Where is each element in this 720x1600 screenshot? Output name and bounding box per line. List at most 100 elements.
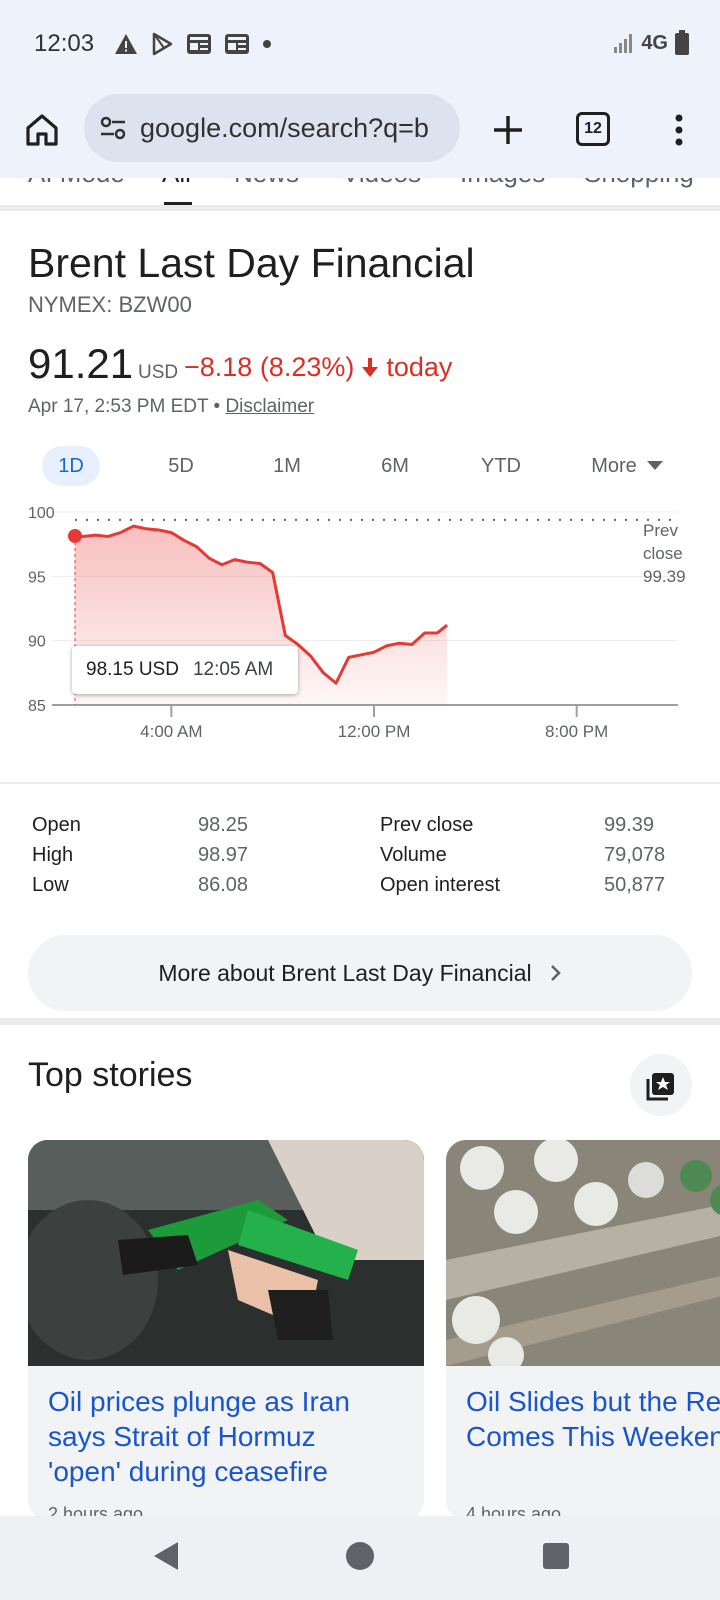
url-text[interactable]: google.com/search?q=b <box>140 113 450 144</box>
range-more-label: More <box>591 455 637 477</box>
tooltip-time: 12:05 AM <box>192 659 274 680</box>
top-stories-heading: Top stories <box>28 1056 193 1094</box>
browser-toolbar: google.com/search?q=b 12 <box>0 90 720 178</box>
divider <box>0 782 720 784</box>
more-about-button[interactable]: More about Brent Last Day Financial <box>28 935 692 1011</box>
stat-value-high: 98.97 <box>198 844 249 866</box>
prev-close-label: close <box>643 544 683 563</box>
story-image-oil-tanks <box>446 1140 720 1366</box>
stat-label-low: Low <box>32 874 69 896</box>
stories-icon[interactable] <box>630 1054 692 1116</box>
currency-label: USD <box>138 362 179 383</box>
range-5d[interactable]: 5D <box>152 446 210 486</box>
stat-label-high: High <box>32 844 74 866</box>
change-value: −8.18 (8.23%) <box>184 352 355 382</box>
recents-icon[interactable] <box>542 1542 570 1570</box>
range-selector: 1D 5D 1M 6M YTD More <box>40 446 680 488</box>
tune-icon[interactable] <box>98 113 128 143</box>
arrow-down-icon <box>362 357 379 377</box>
stat-row: High 98.97 Volume 79,078 <box>32 844 682 874</box>
x-tick-label: 8:00 PM <box>545 722 608 741</box>
home-icon[interactable] <box>22 110 62 150</box>
stat-label-open-interest: Open interest <box>380 874 501 896</box>
y-tick-label: 85 <box>28 698 46 715</box>
more-about-label: More about Brent Last Day Financial <box>158 959 532 986</box>
battery-icon <box>675 30 689 55</box>
y-tick-label: 100 <box>28 505 55 522</box>
news-icon <box>187 34 211 54</box>
y-tick-label: 95 <box>28 569 46 586</box>
home-nav-icon[interactable] <box>344 1540 376 1572</box>
stat-value-open-interest: 50,877 <box>604 874 666 896</box>
tab-news[interactable]: News <box>234 178 299 189</box>
tab-videos[interactable]: Videos <box>342 178 421 189</box>
tabs-icon[interactable]: 12 <box>576 112 610 146</box>
tooltip-value: 98.15 USD <box>86 659 179 680</box>
divider <box>0 1018 720 1025</box>
timestamp-text: Apr 17, 2:53 PM EDT • <box>28 396 221 417</box>
tab-all[interactable]: All <box>162 178 191 189</box>
news-icon <box>225 34 249 54</box>
story-image-fuel-pump <box>28 1140 424 1366</box>
range-more[interactable]: More <box>580 446 674 486</box>
stat-label-volume: Volume <box>380 844 447 866</box>
stat-value-low: 86.08 <box>198 874 249 896</box>
x-tick-label: 12:00 PM <box>338 722 411 741</box>
plus-icon[interactable] <box>488 110 528 150</box>
y-tick-label: 90 <box>28 634 46 651</box>
tab-ai-mode[interactable]: AI Mode <box>28 178 125 189</box>
system-nav-bar <box>0 1516 720 1600</box>
signal-icon <box>614 34 633 53</box>
range-ytd[interactable]: YTD <box>472 446 530 486</box>
price-chart[interactable]: 100 95 90 85 4:00 AM 12:00 PM 8:00 PM Prev clo… <box>0 500 720 760</box>
status-time: 12:03 <box>34 30 95 57</box>
more-vert-icon[interactable] <box>664 108 694 152</box>
key-stats: Open 98.25 Prev close 99.39 High 98.97 V… <box>32 814 682 904</box>
ticker-symbol: NYMEX: BZW00 <box>28 292 192 317</box>
back-icon[interactable] <box>150 1540 182 1572</box>
story-headline-line: Oil Slides but the Re <box>466 1386 720 1417</box>
chart-tooltip: 98.15 USD 12:05 AM <box>72 646 298 694</box>
change-period: today <box>386 352 453 382</box>
stat-value-prev-close: 99.39 <box>604 814 655 836</box>
stat-value-open: 98.25 <box>198 814 249 836</box>
range-1d[interactable]: 1D <box>42 446 100 486</box>
tab-images[interactable]: Images <box>460 178 545 189</box>
stat-row: Open 98.25 Prev close 99.39 <box>32 814 682 844</box>
timestamp: Apr 17, 2:53 PM EDT • Disclaimer <box>28 396 314 418</box>
range-1m[interactable]: 1M <box>258 446 316 486</box>
current-price: 91.21 <box>28 340 134 387</box>
status-bar: 12:03 4G <box>0 0 720 90</box>
stat-value-volume: 79,078 <box>604 844 666 866</box>
price-change: −8.18 (8.23%) today <box>184 352 452 383</box>
address-bar[interactable]: google.com/search?q=b <box>84 94 460 162</box>
dot-icon <box>263 40 271 48</box>
prev-close-value: 99.39 <box>643 567 686 586</box>
status-notification-icons <box>114 32 272 56</box>
search-tabs: AI Mode All News Videos Images Shopping <box>0 178 720 208</box>
page-title: Brent Last Day Financial <box>28 240 475 286</box>
story-card[interactable]: Oil prices plunge as Iran says Strait of… <box>28 1140 424 1520</box>
story-headline-line: says Strait of Hormuz <box>48 1421 316 1452</box>
status-system-icons: 4G <box>613 30 690 56</box>
play-store-icon <box>152 32 173 56</box>
story-headline-line: 'open' during ceasefire <box>48 1456 328 1487</box>
story-headline[interactable]: Oil Slides but the Re Comes This Weeken <box>466 1384 720 1454</box>
warning-icon <box>115 34 137 54</box>
x-tick-label: 4:00 AM <box>140 722 202 741</box>
stat-label-open: Open <box>32 814 81 836</box>
stat-row: Low 86.08 Open interest 50,877 <box>32 874 682 904</box>
story-headline[interactable]: Oil prices plunge as Iran says Strait of… <box>48 1384 350 1489</box>
network-type: 4G <box>641 31 668 54</box>
tab-shopping[interactable]: Shopping <box>584 178 694 189</box>
range-6m[interactable]: 6M <box>366 446 424 486</box>
stat-label-prev-close: Prev close <box>380 814 474 836</box>
prev-close-label: Prev <box>643 521 678 540</box>
disclaimer-link[interactable]: Disclaimer <box>225 396 314 417</box>
story-card[interactable]: Oil Slides but the Re Comes This Weeken … <box>446 1140 720 1520</box>
chart-cursor-dot <box>68 529 82 543</box>
chevron-right-icon <box>550 965 561 981</box>
chevron-down-icon <box>646 461 663 470</box>
divider <box>0 205 720 211</box>
story-headline-line: Oil prices plunge as Iran <box>48 1386 350 1417</box>
